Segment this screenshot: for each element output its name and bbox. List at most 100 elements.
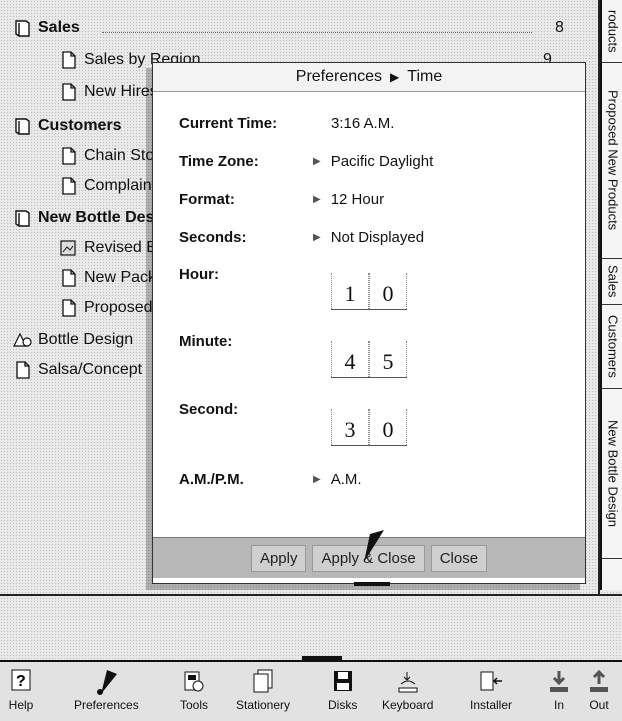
tools-icon (181, 666, 207, 696)
hour-tens-digit[interactable]: 1 (331, 273, 369, 309)
in-button[interactable]: In (546, 666, 572, 712)
help-label: Help (8, 698, 34, 712)
ampm-value: A.M. (330, 471, 362, 488)
installer-button[interactable]: Installer (470, 666, 512, 712)
tools-button[interactable]: Tools (180, 666, 208, 712)
stationery-label: Stationery (236, 698, 291, 712)
second-label: Second: (179, 401, 239, 418)
notebook-icon (15, 118, 30, 135)
hour-ones-digit[interactable]: 0 (369, 273, 407, 309)
tab-proposed-new-products[interactable]: Proposed New Products (602, 62, 622, 259)
current-time-value: 3:16 A.M. (331, 115, 395, 132)
in-label: In (553, 698, 564, 712)
out-label: Out (589, 698, 609, 712)
document-icon (62, 299, 76, 317)
time-zone-picker[interactable]: ▶ Pacific Daylight (313, 153, 433, 170)
apply-button[interactable]: Apply (250, 544, 307, 572)
notebook-icon (15, 210, 30, 227)
pen-cursor-icon (364, 530, 384, 562)
list-item[interactable]: Customers (12, 114, 122, 138)
installer-icon (478, 666, 504, 696)
dialog-active-indicator (354, 582, 390, 586)
out-button[interactable]: Out (586, 666, 612, 712)
minute-ones-digit[interactable]: 5 (369, 341, 407, 377)
format-value: 12 Hour (330, 191, 385, 208)
tab-new-bottle-design[interactable]: New Bottle Design (602, 388, 622, 559)
help-icon: ? (8, 666, 34, 696)
second-tens-digit[interactable]: 3 (331, 409, 369, 445)
minute-label: Minute: (179, 333, 233, 350)
notebook-bottom-border (0, 594, 622, 596)
image-document-icon (60, 240, 76, 256)
disks-icon (330, 666, 356, 696)
ampm-picker[interactable]: ▶ A.M. (313, 471, 362, 488)
seconds-picker[interactable]: ▶ Not Displayed (313, 229, 424, 246)
installer-label: Installer (470, 698, 513, 712)
svg-text:?: ? (16, 673, 26, 690)
tab-products[interactable]: roducts (602, 0, 622, 63)
second-digit-field[interactable]: 3 0 (331, 409, 407, 446)
list-item[interactable]: Sales 8 (12, 16, 564, 40)
hour-label: Hour: (179, 266, 219, 283)
disks-button[interactable]: Disks (328, 666, 357, 712)
breadcrumb-arrow-icon: ▶ (390, 70, 400, 84)
keyboard-label: Keyboard (382, 698, 434, 712)
document-icon (62, 83, 76, 101)
minute-digit-field[interactable]: 4 5 (331, 341, 407, 378)
page-number: 8 (555, 19, 564, 36)
time-zone-value: Pacific Daylight (330, 153, 434, 170)
list-item[interactable]: Bottle Design (12, 328, 133, 352)
close-button[interactable]: Close (430, 544, 488, 572)
popup-arrow-icon: ▶ (313, 194, 321, 205)
document-icon (62, 51, 76, 69)
list-item-label: New Hires (84, 83, 158, 100)
bottom-toolbar: ? Help Preferences Tools Stationery Disk… (0, 660, 622, 721)
leader-dots (102, 32, 532, 33)
document-icon (62, 147, 76, 165)
disks-label: Disks (328, 698, 358, 712)
dialog-title-child: Time (407, 68, 443, 85)
popup-arrow-icon: ▶ (313, 474, 321, 485)
help-button[interactable]: ? Help (8, 666, 34, 712)
format-picker[interactable]: ▶ 12 Hour (313, 191, 384, 208)
format-label: Format: (179, 191, 235, 208)
section-tabs: roducts Proposed New Products Sales Cust… (600, 0, 622, 590)
document-icon (16, 361, 30, 379)
second-ones-digit[interactable]: 0 (369, 409, 407, 445)
list-item-label: Customers (38, 117, 122, 134)
list-item-label: Sales (38, 19, 80, 36)
tab-sales[interactable]: Sales (602, 258, 622, 305)
popup-arrow-icon: ▶ (313, 232, 321, 243)
keyboard-button[interactable]: Keyboard (382, 666, 433, 712)
list-item[interactable]: Complaints (58, 174, 164, 198)
list-item[interactable]: New Hires (58, 80, 158, 104)
preferences-icon (93, 666, 119, 696)
minute-tens-digit[interactable]: 4 (331, 341, 369, 377)
notebook-icon (15, 20, 30, 37)
preferences-label: Preferences (74, 698, 139, 712)
seconds-value: Not Displayed (330, 229, 425, 246)
list-item[interactable]: Salsa/Concept (12, 358, 142, 382)
preferences-time-dialog: Preferences ▶ Time Current Time: 3:16 A.… (152, 62, 586, 584)
tab-customers[interactable]: Customers (602, 304, 622, 389)
document-icon (62, 177, 76, 195)
time-zone-label: Time Zone: (179, 153, 259, 170)
dialog-title-parent: Preferences (295, 68, 383, 85)
popup-arrow-icon: ▶ (313, 156, 321, 167)
preferences-button[interactable]: Preferences (74, 666, 139, 712)
in-tray-icon (546, 666, 572, 696)
tools-label: Tools (180, 698, 209, 712)
seconds-label: Seconds: (179, 229, 247, 246)
stationery-icon (250, 666, 276, 696)
ampm-label: A.M./P.M. (179, 471, 244, 488)
document-icon (62, 269, 76, 287)
shapes-icon (13, 332, 32, 347)
list-item-label: Bottle Design (38, 331, 134, 348)
stationery-button[interactable]: Stationery (236, 666, 290, 712)
hour-digit-field[interactable]: 1 0 (331, 273, 407, 310)
current-time-label: Current Time: (179, 115, 278, 132)
keyboard-icon (395, 666, 421, 696)
dialog-title: Preferences ▶ Time (153, 63, 585, 92)
out-tray-icon (586, 666, 612, 696)
list-item-label: Salsa/Concept (38, 361, 143, 378)
